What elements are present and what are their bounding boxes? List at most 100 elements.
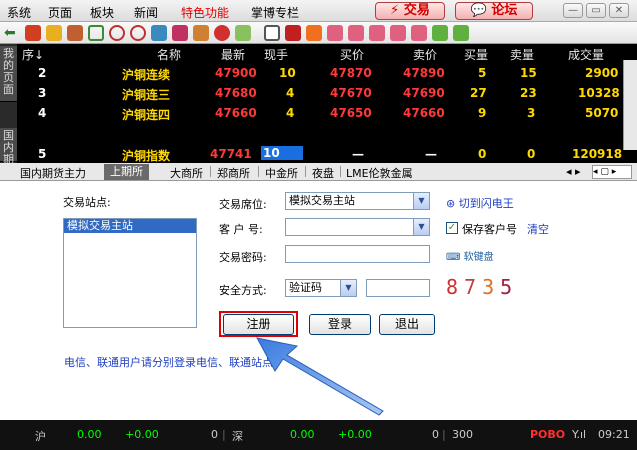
back-arrow-icon[interactable]: ⬅ [4, 25, 20, 41]
row-bid: — [352, 147, 364, 161]
table-icon[interactable] [264, 25, 280, 41]
captcha-digit: 3 [482, 275, 501, 299]
login-panel: 交易站点: 模拟交易主站 交易席位: 模拟交易主站 ▼ ⊛ 切到闪电王 客 户 … [0, 181, 637, 420]
divider: | [222, 428, 226, 441]
row-ask: 47690 [403, 86, 445, 100]
zoom-icon[interactable] [130, 25, 146, 41]
grid-scrollbar[interactable] [623, 60, 637, 150]
forum-button[interactable]: 💬 论坛 [455, 2, 533, 20]
switch-link[interactable]: ⊛ 切到闪电王 [446, 195, 514, 211]
lightning-icon: ⚡ [390, 3, 400, 18]
side-tabs: 我的页面 国内期 [0, 44, 17, 166]
menu-column[interactable]: 掌博专栏 [251, 4, 299, 21]
tick-icon[interactable] [306, 25, 322, 41]
tab-dce[interactable]: 大商所 [170, 165, 203, 181]
one-icon[interactable] [432, 25, 448, 41]
home-icon[interactable] [25, 25, 41, 41]
pen-icon[interactable] [172, 25, 188, 41]
row-bid: 47670 [330, 86, 372, 100]
signal-icon: Y.ıl [572, 428, 587, 441]
captcha-digit: 5 [500, 275, 519, 299]
kline-icon[interactable] [285, 25, 301, 41]
sz-label: 深 [232, 430, 243, 443]
register-button[interactable]: 注册 [223, 314, 294, 335]
captcha-input[interactable] [366, 279, 430, 297]
row-name[interactable]: 沪铜连续 [122, 66, 170, 83]
menu-system[interactable]: 系统 [7, 4, 31, 21]
row-bid-qty: 0 [478, 147, 487, 161]
tab-divider [340, 166, 341, 177]
account-select[interactable]: ▼ [285, 218, 430, 236]
col-ask[interactable]: 卖价 [413, 46, 437, 63]
station-list-item[interactable]: 模拟交易主站 [64, 219, 196, 233]
row-vol: 4 [286, 86, 295, 100]
horizontal-scrollbar[interactable]: ◂ ▢ ▸ [592, 165, 632, 179]
month-icon[interactable] [390, 25, 406, 41]
chat-bubble-icon: 💬 [470, 3, 487, 18]
col-ask-qty[interactable]: 卖量 [510, 46, 534, 63]
tab-lme[interactable]: LME伦敦金属 [346, 165, 413, 181]
tab-main-futures[interactable]: 国内期货主力 [20, 165, 86, 181]
row-bid-qty: 27 [470, 86, 487, 100]
row-name[interactable]: 沪铜连三 [122, 86, 170, 103]
tab-scroll-arrows-icon[interactable]: ◂ ▸ [566, 165, 581, 178]
menubar: 系统 页面 板块 新闻 特色功能 掌博专栏 ⚡ 交易 💬 论坛 — ▭ ✕ [0, 0, 637, 22]
trade-button[interactable]: ⚡ 交易 [375, 2, 445, 20]
minute-icon[interactable] [327, 25, 343, 41]
col-total[interactable]: 成交量 [568, 46, 604, 63]
login-button[interactable]: 登录 [309, 314, 371, 335]
menu-features[interactable]: 特色功能 [181, 4, 229, 21]
row-bid: 47870 [330, 66, 372, 80]
tab-shfe[interactable]: 上期所 [104, 164, 149, 180]
sh-value: 0.00 [77, 428, 102, 441]
captcha-image[interactable]: 8735 [446, 275, 518, 299]
row-name[interactable]: 沪铜连四 [122, 106, 170, 123]
minimize-icon[interactable]: — [563, 3, 583, 18]
menu-page[interactable]: 页面 [48, 4, 72, 21]
folder-icon[interactable] [46, 25, 62, 41]
tab-cffex[interactable]: 中金所 [265, 165, 298, 181]
col-name[interactable]: 名称 [157, 46, 181, 63]
three-icon[interactable] [453, 25, 469, 41]
season-icon[interactable] [411, 25, 427, 41]
col-bid-qty[interactable]: 买量 [464, 46, 488, 63]
search-icon[interactable] [109, 25, 125, 41]
exit-button[interactable]: 退出 [379, 314, 435, 335]
col-seq[interactable]: 序↓ [22, 46, 44, 63]
person-icon[interactable] [193, 25, 209, 41]
col-last[interactable]: 最新 [221, 46, 245, 63]
maximize-icon[interactable]: ▭ [586, 3, 606, 18]
sz-change: +0.00 [338, 428, 372, 441]
seat-select[interactable]: 模拟交易主站 ▼ [285, 192, 430, 210]
side-tab-domestic[interactable]: 国内期 [0, 128, 17, 166]
tab-night[interactable]: 夜盘 [312, 165, 334, 181]
password-input[interactable] [285, 245, 430, 263]
trade-label: 交易 [403, 3, 430, 18]
tab-czce[interactable]: 郑商所 [217, 165, 250, 181]
side-tab-my-page[interactable]: 我的页面 [0, 46, 17, 102]
chart-icon[interactable] [151, 25, 167, 41]
seat-value: 模拟交易主站 [289, 194, 355, 207]
day-icon[interactable] [348, 25, 364, 41]
refresh-icon[interactable] [88, 25, 104, 41]
board-icon[interactable] [67, 25, 83, 41]
soft-keyboard-link[interactable]: ⌨ 软键盘 [446, 248, 494, 263]
col-vol[interactable]: 现手 [264, 46, 288, 63]
funnel-icon[interactable] [214, 25, 230, 41]
keyboard-icon: ⌨ [446, 252, 461, 263]
station-list[interactable]: 模拟交易主站 [63, 218, 197, 328]
save-account-checkbox[interactable]: ✓ [446, 222, 458, 234]
close-icon[interactable]: ✕ [609, 3, 629, 18]
tab-divider [305, 166, 306, 177]
row-seq: 2 [38, 66, 47, 80]
clear-link[interactable]: 清空 [527, 221, 549, 237]
row-name[interactable]: 沪铜指数 [122, 147, 170, 164]
col-bid[interactable]: 买价 [340, 46, 364, 63]
menu-news[interactable]: 新闻 [134, 4, 158, 21]
security-select[interactable]: 验证码 ▼ [285, 279, 357, 297]
chevron-down-icon: ▼ [413, 193, 429, 209]
account-label: 客 户 号: [219, 223, 263, 236]
menu-sector[interactable]: 板块 [90, 4, 114, 21]
new-icon[interactable] [235, 25, 251, 41]
week-icon[interactable] [369, 25, 385, 41]
